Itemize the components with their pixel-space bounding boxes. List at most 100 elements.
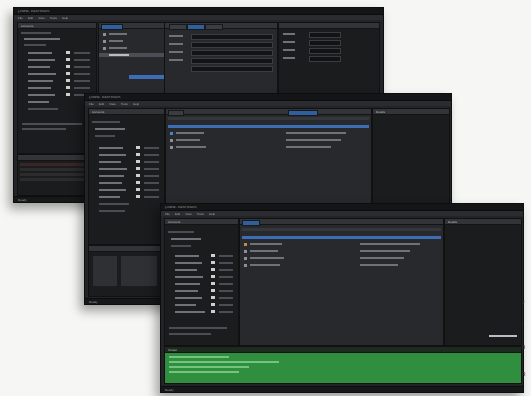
- prop-field[interactable]: [309, 32, 341, 38]
- tree-checkbox[interactable]: [136, 167, 140, 170]
- tab-all[interactable]: [242, 220, 260, 226]
- menu-edit[interactable]: Edit: [175, 212, 180, 216]
- table-row-selected[interactable]: [242, 236, 441, 239]
- tree-checkbox[interactable]: [136, 188, 140, 191]
- tree-item[interactable]: [24, 38, 60, 40]
- list-item[interactable]: [109, 47, 127, 49]
- tree-item[interactable]: [175, 311, 205, 313]
- prop-field[interactable]: [309, 56, 341, 62]
- menu-tools[interactable]: Tools: [50, 16, 57, 20]
- tree-item[interactable]: [28, 52, 52, 54]
- window-controls[interactable]: _ □ ×: [89, 95, 448, 99]
- tree-item[interactable]: [175, 290, 198, 292]
- tree-item[interactable]: [92, 121, 120, 123]
- menu-help[interactable]: Help: [209, 212, 215, 216]
- tree-checkbox[interactable]: [66, 79, 70, 82]
- tree-checkbox[interactable]: [136, 153, 140, 156]
- tree-item[interactable]: [28, 73, 56, 75]
- tree-item[interactable]: [99, 182, 122, 184]
- tree-item[interactable]: [175, 276, 203, 278]
- tree-checkbox[interactable]: [211, 268, 215, 271]
- tab-filter[interactable]: [288, 110, 318, 116]
- form-field[interactable]: [191, 58, 273, 64]
- tree-item[interactable]: [99, 189, 126, 191]
- tab-advanced[interactable]: [205, 24, 223, 30]
- menu-help[interactable]: Help: [62, 16, 68, 20]
- tree-item[interactable]: [28, 94, 55, 96]
- menu-view[interactable]: View: [38, 16, 44, 20]
- tree-item[interactable]: [175, 269, 197, 271]
- tree-checkbox[interactable]: [211, 275, 215, 278]
- tree-item[interactable]: [175, 304, 196, 306]
- menu-tools[interactable]: Tools: [197, 212, 204, 216]
- window-controls[interactable]: _ □ ×: [18, 9, 380, 13]
- tree-item[interactable]: [175, 262, 202, 264]
- tree-item[interactable]: [171, 238, 201, 240]
- tree-item[interactable]: [28, 108, 58, 110]
- tab-list[interactable]: [101, 24, 123, 30]
- form-field[interactable]: [191, 42, 273, 48]
- tree-checkbox[interactable]: [136, 146, 140, 149]
- tree-checkbox[interactable]: [211, 303, 215, 306]
- tree-item[interactable]: [28, 101, 49, 103]
- tree-checkbox[interactable]: [66, 86, 70, 89]
- tree-item[interactable]: [24, 44, 46, 46]
- log-row[interactable]: [20, 168, 94, 171]
- log-row[interactable]: [20, 163, 94, 166]
- tree-checkbox[interactable]: [211, 289, 215, 292]
- list-item[interactable]: [109, 54, 129, 56]
- tree-item[interactable]: [28, 66, 50, 68]
- menu-edit[interactable]: Edit: [99, 102, 104, 106]
- tree-item[interactable]: [28, 87, 51, 89]
- menu-tools[interactable]: Tools: [121, 102, 128, 106]
- tree-checkbox[interactable]: [66, 72, 70, 75]
- tree-checkbox[interactable]: [211, 282, 215, 285]
- prop-field[interactable]: [309, 40, 341, 46]
- tree-item[interactable]: [175, 283, 200, 285]
- tree-checkbox[interactable]: [211, 310, 215, 313]
- tree-item[interactable]: [99, 161, 121, 163]
- form-field[interactable]: [191, 50, 273, 56]
- tree-checkbox[interactable]: [136, 160, 140, 163]
- tree-item[interactable]: [28, 80, 53, 82]
- menu-file[interactable]: File: [165, 212, 170, 216]
- tree-item[interactable]: [99, 154, 126, 156]
- tree-checkbox[interactable]: [136, 181, 140, 184]
- menu-edit[interactable]: Edit: [28, 16, 33, 20]
- menu-view[interactable]: View: [185, 212, 191, 216]
- log-row[interactable]: [20, 173, 94, 176]
- tree-checkbox[interactable]: [136, 174, 140, 177]
- list-item[interactable]: [109, 40, 123, 42]
- tree-checkbox[interactable]: [211, 296, 215, 299]
- menu-view[interactable]: View: [109, 102, 115, 106]
- tree-item[interactable]: [95, 128, 125, 130]
- tree-checkbox[interactable]: [66, 58, 70, 61]
- tab-all[interactable]: [168, 110, 184, 116]
- form-field[interactable]: [191, 66, 273, 72]
- tree-checkbox[interactable]: [66, 93, 70, 96]
- tree-item[interactable]: [175, 255, 199, 257]
- tree-item[interactable]: [99, 168, 127, 170]
- form-field[interactable]: [191, 34, 273, 40]
- tree-checkbox[interactable]: [136, 195, 140, 198]
- tree-item[interactable]: [99, 210, 125, 212]
- tree-checkbox[interactable]: [66, 65, 70, 68]
- menu-help[interactable]: Help: [133, 102, 139, 106]
- tree-item[interactable]: [99, 175, 124, 177]
- list-item[interactable]: [109, 33, 127, 35]
- tree-item[interactable]: [99, 203, 129, 205]
- log-row[interactable]: [20, 178, 94, 181]
- tree-item[interactable]: [99, 196, 120, 198]
- tree-item[interactable]: [171, 245, 191, 247]
- tree-item[interactable]: [28, 59, 55, 61]
- tree-checkbox[interactable]: [66, 51, 70, 54]
- tab-settings[interactable]: [187, 24, 205, 30]
- tree-item[interactable]: [95, 135, 115, 137]
- tree-checkbox[interactable]: [211, 254, 215, 257]
- tree-item[interactable]: [168, 231, 194, 233]
- tab-general[interactable]: [169, 24, 187, 30]
- table-row-selected[interactable]: [168, 125, 369, 128]
- tree-item[interactable]: [175, 297, 202, 299]
- window-controls[interactable]: _ □ ×: [165, 205, 520, 209]
- tree-item[interactable]: [21, 32, 51, 34]
